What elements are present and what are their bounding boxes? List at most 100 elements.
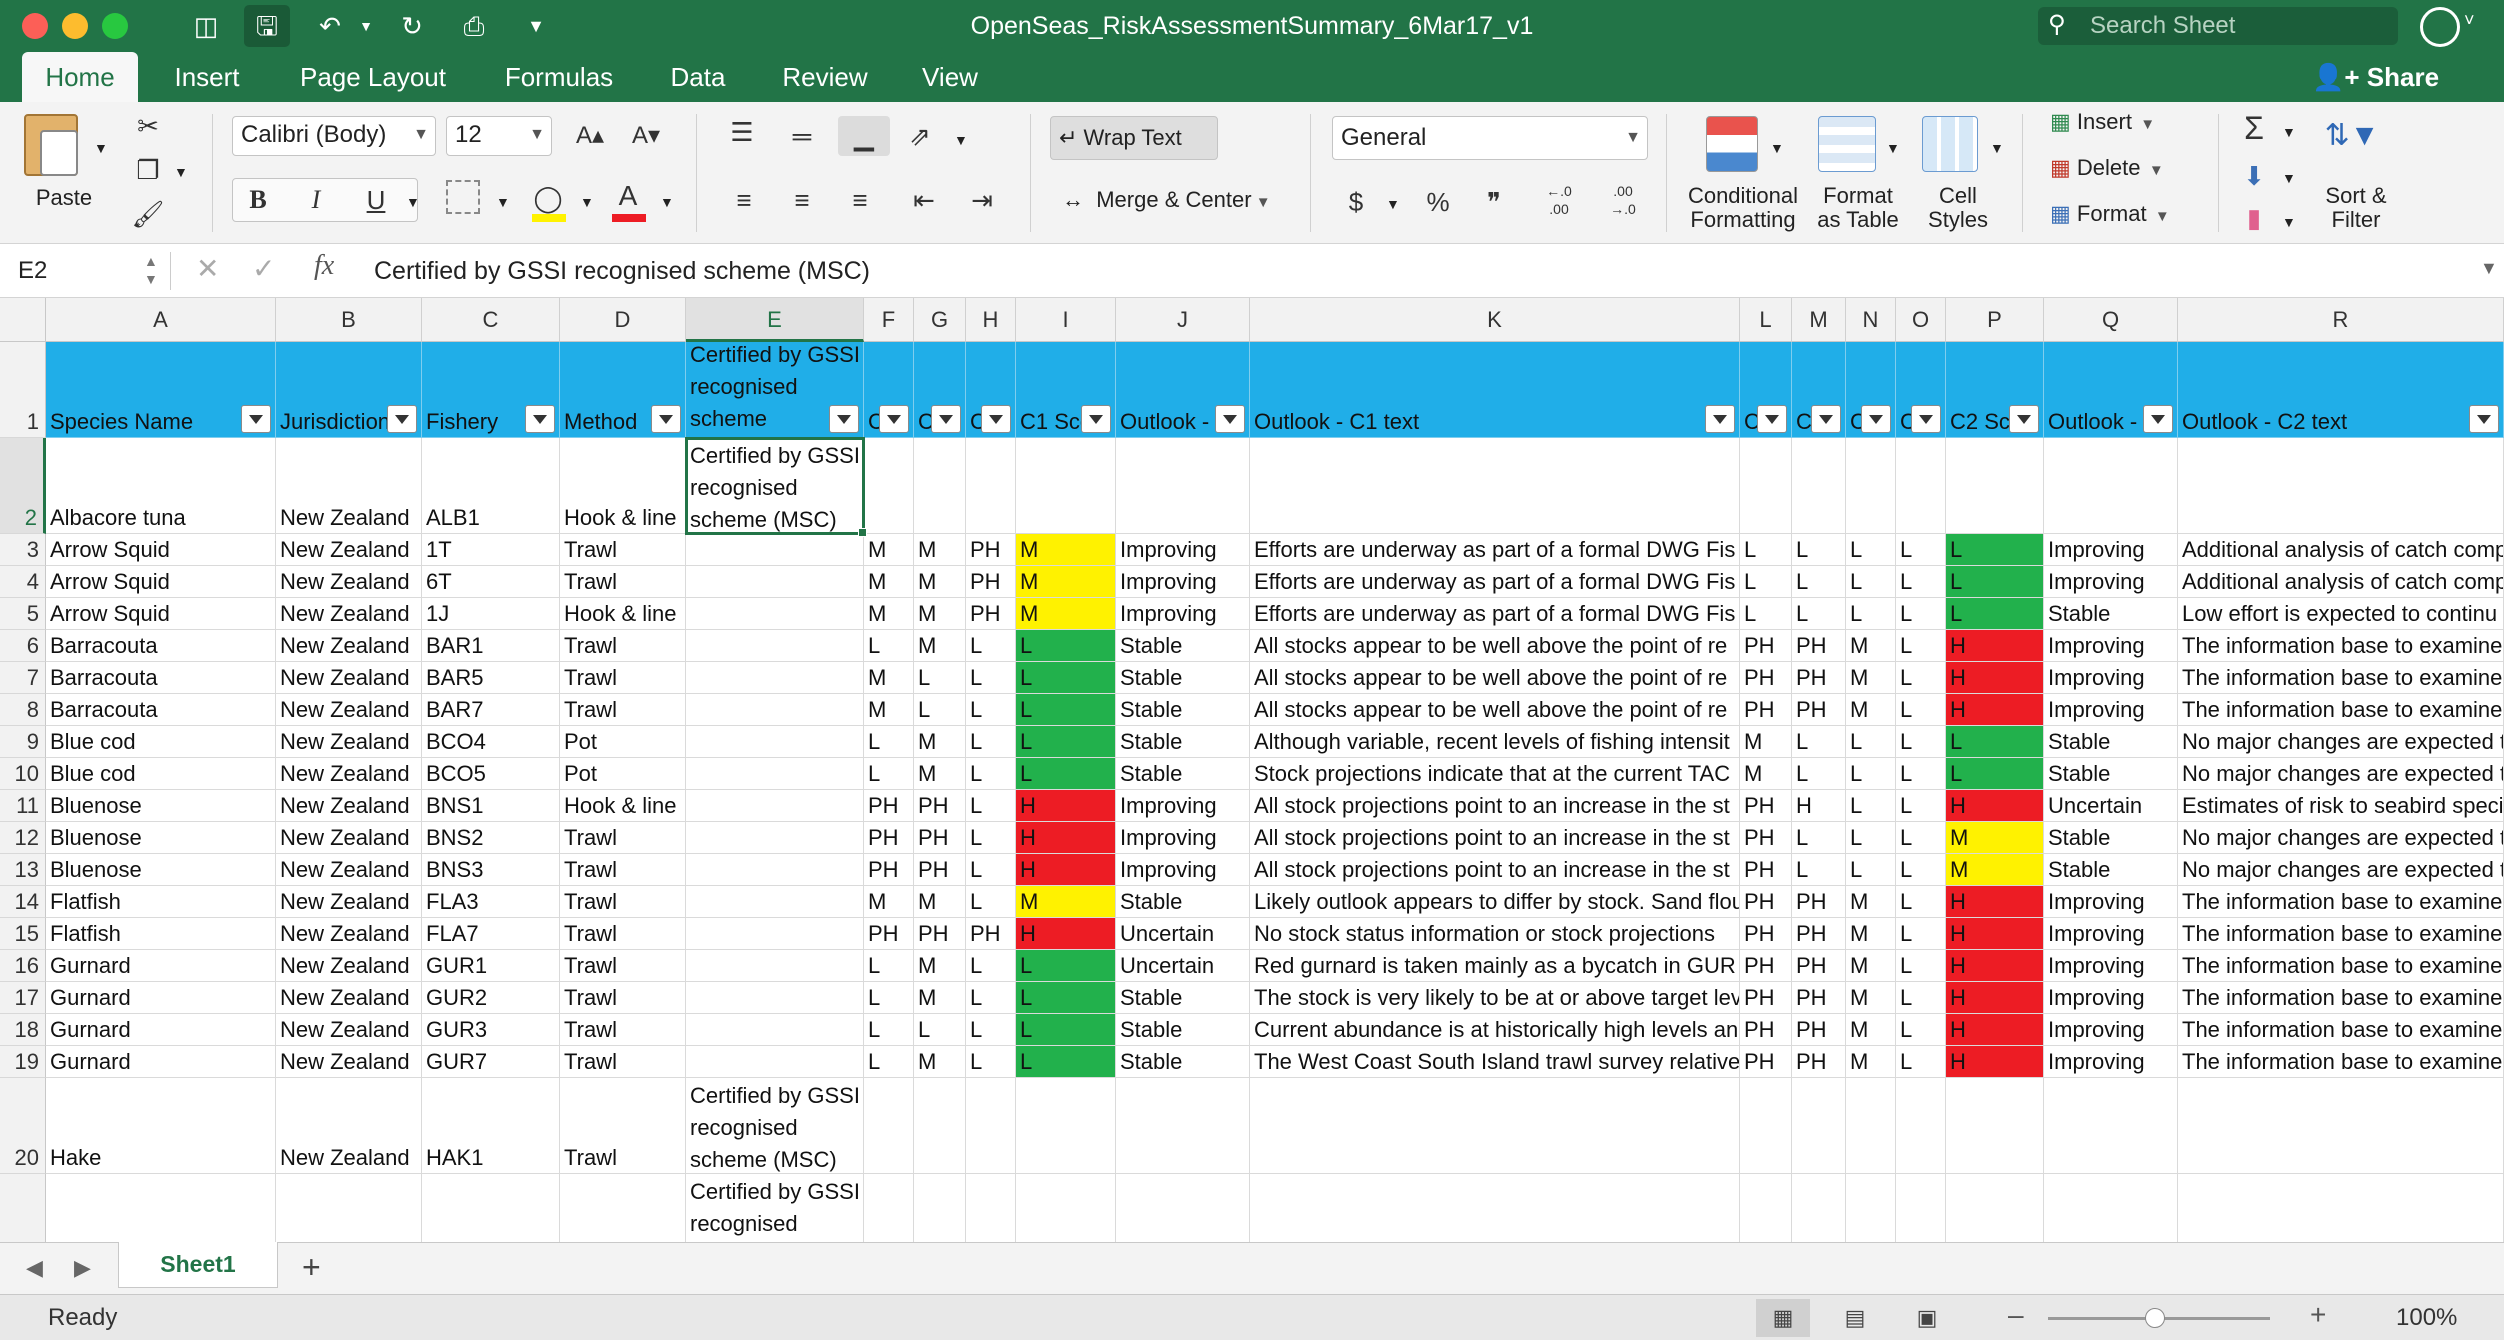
cell-a7[interactable]: Barracouta: [46, 662, 276, 694]
cell-n8[interactable]: M: [1846, 694, 1896, 726]
cell-l17[interactable]: PH: [1740, 982, 1792, 1014]
cell-h21[interactable]: [966, 1174, 1016, 1242]
cancel-entry-icon[interactable]: ✕: [196, 252, 219, 285]
cell-a12[interactable]: Bluenose: [46, 822, 276, 854]
cell-a8[interactable]: Barracouta: [46, 694, 276, 726]
page-layout-view-icon[interactable]: ▤: [1828, 1299, 1882, 1337]
header-cell-d[interactable]: Method: [560, 342, 686, 438]
header-cell-o[interactable]: C: [1896, 342, 1946, 438]
cell-c8[interactable]: BAR7: [422, 694, 560, 726]
tab-insert[interactable]: Insert: [162, 52, 252, 102]
row-header-2[interactable]: 2: [0, 438, 46, 534]
orientation-icon[interactable]: ⇗: [900, 116, 940, 156]
cell-j8[interactable]: Stable: [1116, 694, 1250, 726]
cell-g10[interactable]: M: [914, 758, 966, 790]
cell-n4[interactable]: L: [1846, 566, 1896, 598]
cell-n20[interactable]: [1846, 1078, 1896, 1174]
cell-d15[interactable]: Trawl: [560, 918, 686, 950]
cell-d20[interactable]: Trawl: [560, 1078, 686, 1174]
tab-page-layout[interactable]: Page Layout: [288, 52, 458, 102]
page-break-view-icon[interactable]: ▣: [1900, 1299, 1954, 1337]
conditional-formatting-button[interactable]: Conditional Formatting: [1680, 184, 1806, 232]
borders-icon[interactable]: [446, 180, 480, 214]
column-header-p[interactable]: P: [1946, 298, 2044, 342]
filter-dropdown-icon[interactable]: [931, 405, 961, 433]
cell-r15[interactable]: The information base to examine: [2178, 918, 2504, 950]
cell-g2[interactable]: [914, 438, 966, 534]
align-top-icon[interactable]: ☰: [722, 112, 762, 152]
cell-g9[interactable]: M: [914, 726, 966, 758]
cell-n15[interactable]: M: [1846, 918, 1896, 950]
zoom-slider-thumb[interactable]: [2144, 1308, 2165, 1328]
cell-k13[interactable]: All stock projections point to an increa…: [1250, 854, 1740, 886]
spreadsheet-grid[interactable]: ABCDEFGHIJKLMNOPQR 1 2 3 4 5 6 7 8 9 10 11 12 13 14 15…: [0, 298, 2504, 1242]
cell-j21[interactable]: [1116, 1174, 1250, 1242]
cell-o7[interactable]: L: [1896, 662, 1946, 694]
cell-j10[interactable]: Stable: [1116, 758, 1250, 790]
cell-b20[interactable]: New Zealand: [276, 1078, 422, 1174]
cell-q3[interactable]: Improving: [2044, 534, 2178, 566]
cell-q6[interactable]: Improving: [2044, 630, 2178, 662]
cell-p6[interactable]: H: [1946, 630, 2044, 662]
cell-m14[interactable]: PH: [1792, 886, 1846, 918]
cell-j11[interactable]: Improving: [1116, 790, 1250, 822]
column-header-f[interactable]: F: [864, 298, 914, 342]
cell-j3[interactable]: Improving: [1116, 534, 1250, 566]
cell-a5[interactable]: Arrow Squid: [46, 598, 276, 630]
cell-f13[interactable]: PH: [864, 854, 914, 886]
cell-r11[interactable]: Estimates of risk to seabird speci: [2178, 790, 2504, 822]
column-header-j[interactable]: J: [1116, 298, 1250, 342]
cell-l10[interactable]: M: [1740, 758, 1792, 790]
header-cell-a[interactable]: Species Name: [46, 342, 276, 438]
cell-b15[interactable]: New Zealand: [276, 918, 422, 950]
normal-view-icon[interactable]: ▦: [1756, 1299, 1810, 1337]
cell-i5[interactable]: M: [1016, 598, 1116, 630]
cell-q11[interactable]: Uncertain: [2044, 790, 2178, 822]
cell-k9[interactable]: Although variable, recent levels of fish…: [1250, 726, 1740, 758]
cell-c2[interactable]: ALB1: [422, 438, 560, 534]
cell-k11[interactable]: All stock projections point to an increa…: [1250, 790, 1740, 822]
cell-m13[interactable]: L: [1792, 854, 1846, 886]
column-header-a[interactable]: A: [46, 298, 276, 342]
cell-c15[interactable]: FLA7: [422, 918, 560, 950]
header-cell-r[interactable]: Outlook - C2 text: [2178, 342, 2504, 438]
chevron-down-icon[interactable]: ˅: [2464, 10, 2475, 31]
format-cells-button[interactable]: ▦ Format ▼: [2050, 202, 2170, 229]
cell-r21[interactable]: [2178, 1174, 2504, 1242]
cell-g12[interactable]: PH: [914, 822, 966, 854]
cell-k2[interactable]: [1250, 438, 1740, 534]
header-cell-m[interactable]: C: [1792, 342, 1846, 438]
zoom-in-icon[interactable]: +: [2310, 1299, 2326, 1331]
fill-color-icon[interactable]: ◯: [528, 178, 568, 218]
cell-m18[interactable]: PH: [1792, 1014, 1846, 1046]
cell-q15[interactable]: Improving: [2044, 918, 2178, 950]
cell-p13[interactable]: M: [1946, 854, 2044, 886]
name-box[interactable]: E2: [8, 250, 164, 292]
cell-h7[interactable]: L: [966, 662, 1016, 694]
cell-q19[interactable]: Improving: [2044, 1046, 2178, 1078]
cell-e18[interactable]: [686, 1014, 864, 1046]
comma-style-button[interactable]: ❞: [1474, 182, 1514, 222]
cell-b2[interactable]: New Zealand: [276, 438, 422, 534]
cell-g18[interactable]: L: [914, 1014, 966, 1046]
decrease-font-size-icon[interactable]: A▾: [626, 116, 666, 156]
align-left-icon[interactable]: ≡: [724, 180, 764, 220]
cell-o3[interactable]: L: [1896, 534, 1946, 566]
filter-dropdown-icon[interactable]: [1705, 405, 1735, 433]
cell-d17[interactable]: Trawl: [560, 982, 686, 1014]
cell-d13[interactable]: Trawl: [560, 854, 686, 886]
fill-icon[interactable]: ⬇: [2234, 156, 2274, 196]
cell-g21[interactable]: [914, 1174, 966, 1242]
cell-j20[interactable]: [1116, 1078, 1250, 1174]
cell-l21[interactable]: [1740, 1174, 1792, 1242]
cell-c16[interactable]: GUR1: [422, 950, 560, 982]
cell-f16[interactable]: L: [864, 950, 914, 982]
underline-dropdown-icon[interactable]: ▼: [406, 190, 420, 214]
cell-a4[interactable]: Arrow Squid: [46, 566, 276, 598]
cell-n11[interactable]: L: [1846, 790, 1896, 822]
underline-button[interactable]: U: [356, 180, 396, 220]
select-all-corner[interactable]: [0, 298, 46, 342]
zoom-out-icon[interactable]: –: [2008, 1299, 2024, 1331]
cell-i17[interactable]: L: [1016, 982, 1116, 1014]
cell-e3[interactable]: [686, 534, 864, 566]
